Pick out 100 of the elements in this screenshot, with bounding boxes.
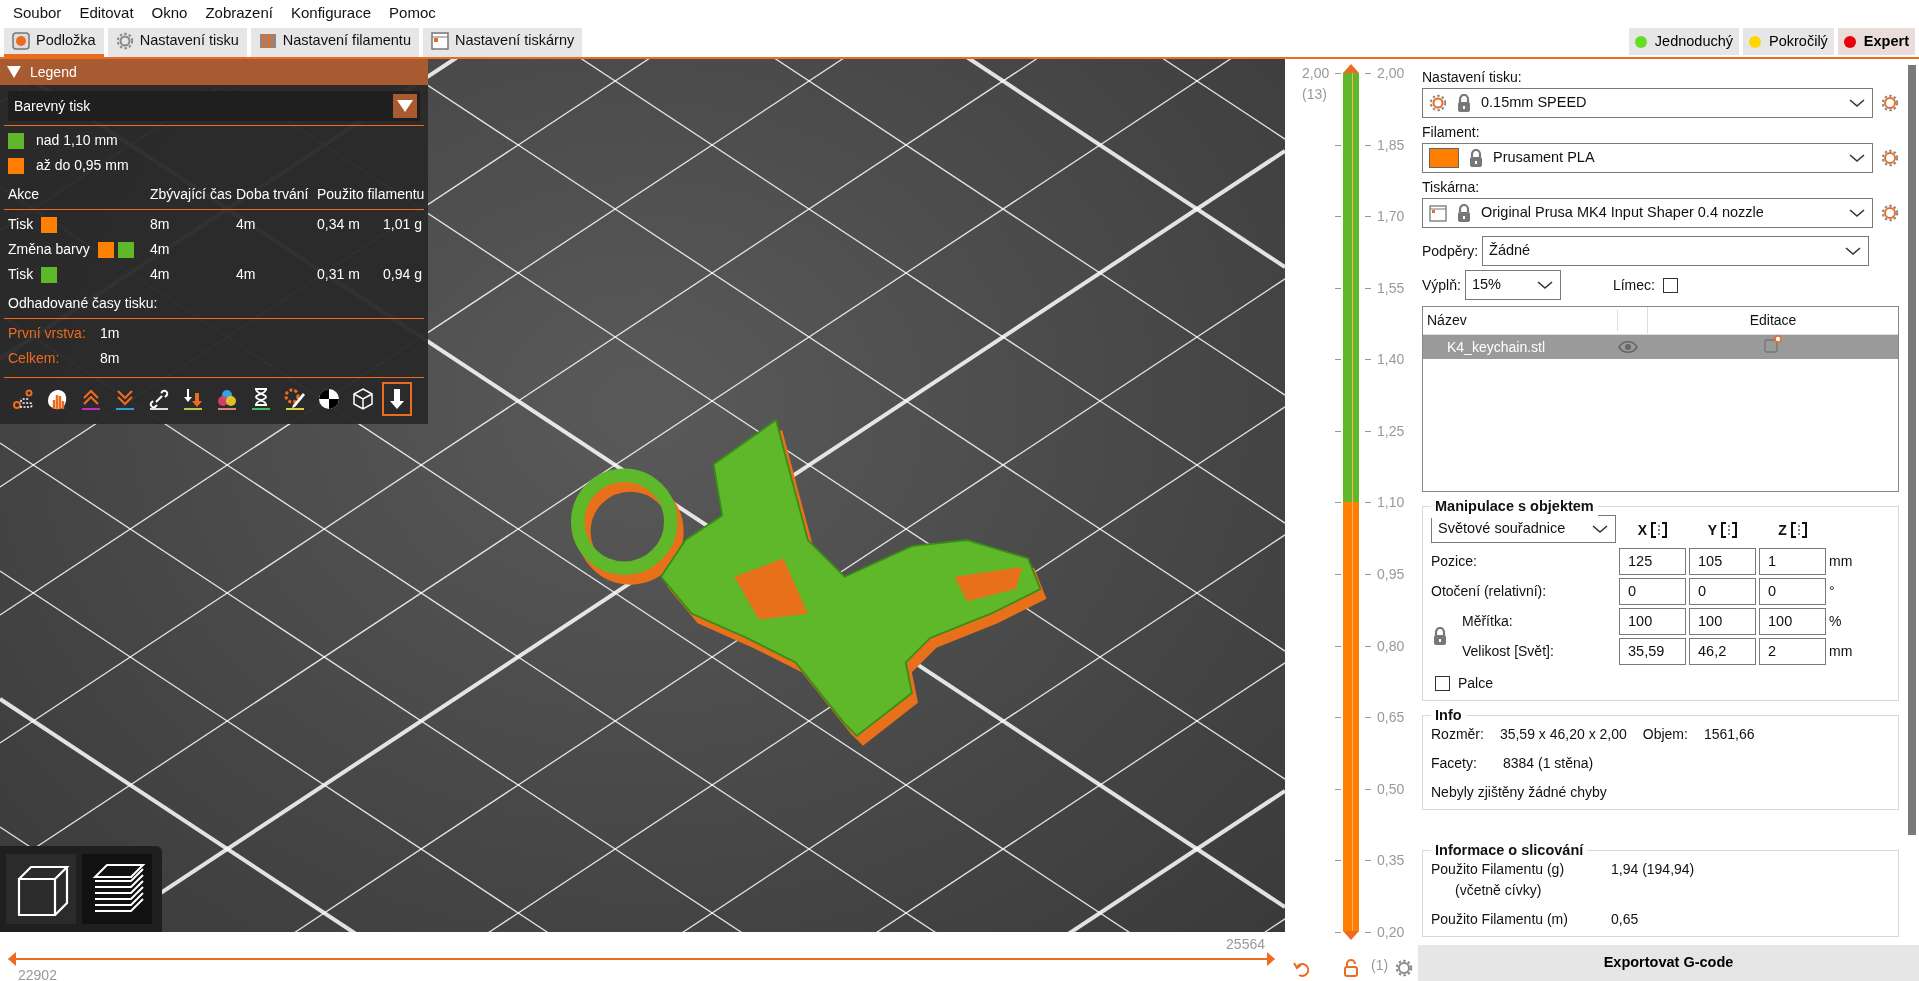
field-label: Nastavení tisku: — [1422, 68, 1523, 87]
number-input[interactable]: 0 — [1619, 578, 1686, 605]
checkbox-label: Palce — [1458, 674, 1494, 693]
column-header: Doba trvání — [236, 185, 310, 204]
time-value: 8m — [100, 349, 120, 368]
view-mode-button[interactable] — [6, 854, 76, 924]
tick-mark — [1335, 717, 1341, 719]
time-value: 1m — [100, 324, 120, 343]
preset-dropdown[interactable]: Original Prusa MK4 Input Shaper 0.4 nozzle — [1422, 198, 1873, 228]
chevron-down-icon[interactable] — [1848, 152, 1866, 164]
toolbar-button[interactable] — [382, 382, 412, 416]
checkbox[interactable] — [1435, 676, 1450, 691]
lock-icon — [1455, 93, 1473, 113]
number-input[interactable]: 0 — [1759, 578, 1826, 605]
tab[interactable]: Nastavení filamentu — [250, 28, 419, 57]
info-label: Objem: — [1642, 725, 1688, 744]
plate-icon — [12, 32, 30, 50]
chevron-down-icon[interactable] — [1848, 97, 1866, 109]
export-button[interactable]: Exportovat G-code — [1418, 945, 1919, 981]
tick-mark — [1365, 216, 1371, 218]
menu-item[interactable]: Soubor — [4, 1, 71, 25]
axis-label: X — [1637, 520, 1648, 540]
chevron-down-icon[interactable] — [1591, 523, 1609, 535]
tick-mark — [1365, 73, 1371, 74]
tick-mark — [1335, 216, 1341, 218]
number-input[interactable]: 100 — [1689, 608, 1756, 635]
tick-label: 1,85 — [1377, 135, 1405, 155]
drop-to-bed-icon[interactable] — [1651, 522, 1668, 538]
tab[interactable]: Nastavení tisku — [107, 28, 247, 57]
drop-to-bed-icon[interactable] — [1790, 522, 1807, 538]
scrollbar-thumb[interactable] — [1908, 65, 1916, 835]
tick-label: 1,55 — [1377, 278, 1405, 298]
tick-mark — [1365, 931, 1371, 933]
table-cell-text: 4m — [236, 265, 257, 284]
mode-button[interactable]: Pokročilý — [1743, 28, 1834, 55]
slider-thumb-icon[interactable] — [1267, 952, 1275, 966]
tab[interactable]: Podložka — [4, 28, 104, 57]
field-label: Filament: — [1422, 123, 1481, 142]
number-input[interactable]: 105 — [1689, 548, 1756, 575]
unit-label: mm — [1829, 642, 1854, 661]
gear-icon[interactable] — [1881, 149, 1899, 167]
info-label: (včetně cívky) — [1454, 881, 1543, 900]
spool-icon — [258, 32, 277, 50]
table-cell-text: 4m — [150, 265, 171, 284]
chevron-down-icon[interactable] — [1844, 245, 1862, 257]
tick-mark — [1365, 144, 1371, 146]
tab[interactable]: Nastavení tiskárny — [422, 28, 583, 57]
supports-dropdown[interactable]: Žádné — [1482, 236, 1869, 266]
unlock-icon[interactable] — [1343, 959, 1359, 977]
action-label: Tisk — [8, 265, 34, 284]
slider-thumb-icon[interactable] — [8, 952, 16, 966]
chevron-down-icon[interactable] — [1535, 279, 1554, 291]
drop-to-bed-icon[interactable] — [1721, 522, 1738, 538]
chevrons-up-icon — [79, 387, 103, 411]
mode-button[interactable]: Expert — [1837, 28, 1915, 55]
menu-item[interactable]: Okno — [142, 1, 197, 25]
tick-label: 0,95 — [1377, 565, 1405, 585]
preset-dropdown[interactable]: Prusament PLA — [1422, 143, 1873, 173]
field-label: Velikost [Svět]: — [1462, 642, 1555, 661]
field-label: Podpěry: — [1422, 241, 1479, 261]
number-input[interactable]: 35,59 — [1619, 638, 1686, 665]
preset-dropdown[interactable]: 0.15mm SPEED — [1422, 88, 1873, 118]
view-type-dropdown[interactable]: Barevný tisk — [8, 91, 420, 121]
infill-dropdown[interactable]: 15% — [1464, 270, 1561, 300]
number-input[interactable]: 100 — [1759, 608, 1826, 635]
field-label: Tiskárna: — [1422, 178, 1481, 197]
tick-mark — [1365, 430, 1371, 432]
collapse-triangle-icon[interactable] — [6, 64, 22, 80]
unit-label: mm — [1829, 552, 1854, 571]
layer-slider-track[interactable] — [1343, 63, 1359, 941]
gear-icon[interactable] — [1395, 959, 1413, 977]
dropdown-triangle-icon[interactable] — [396, 98, 414, 114]
number-input[interactable]: 100 — [1619, 608, 1686, 635]
edit-icon[interactable] — [1764, 335, 1782, 353]
checker-circle-icon — [317, 387, 341, 411]
number-input[interactable]: 1 — [1759, 548, 1826, 575]
unit-label: ° — [1829, 582, 1836, 601]
tick-label: 1,40 — [1377, 350, 1405, 370]
field-label: Otočení (relativní): — [1431, 582, 1548, 601]
column-header: Akce — [8, 185, 41, 204]
menu-item[interactable]: Konfigurace — [282, 1, 381, 25]
number-input[interactable]: 2 — [1759, 638, 1826, 665]
tick-label: 1,70 — [1377, 207, 1405, 227]
mode-button[interactable]: Jednoduchý — [1628, 28, 1740, 55]
tick-mark — [1335, 502, 1341, 504]
number-input[interactable]: 46,2 — [1689, 638, 1756, 665]
route-pins-icon — [11, 387, 35, 411]
gear-icon[interactable] — [1881, 94, 1899, 112]
tick-mark — [1335, 73, 1341, 74]
menu-item[interactable]: Zobrazení — [196, 1, 282, 25]
menu-item[interactable]: Pomoc — [380, 1, 445, 25]
menu-item[interactable]: Editovat — [70, 1, 143, 25]
view-mode-button[interactable] — [82, 854, 152, 924]
checkbox[interactable] — [1662, 277, 1678, 293]
number-input[interactable]: 125 — [1619, 548, 1686, 575]
estimated-times-heading: Odhadované časy tisku: — [7, 294, 159, 313]
number-input[interactable]: 0 — [1689, 578, 1756, 605]
gear-icon — [115, 32, 134, 50]
chevron-down-icon[interactable] — [1848, 207, 1866, 219]
gear-icon[interactable] — [1881, 204, 1899, 222]
